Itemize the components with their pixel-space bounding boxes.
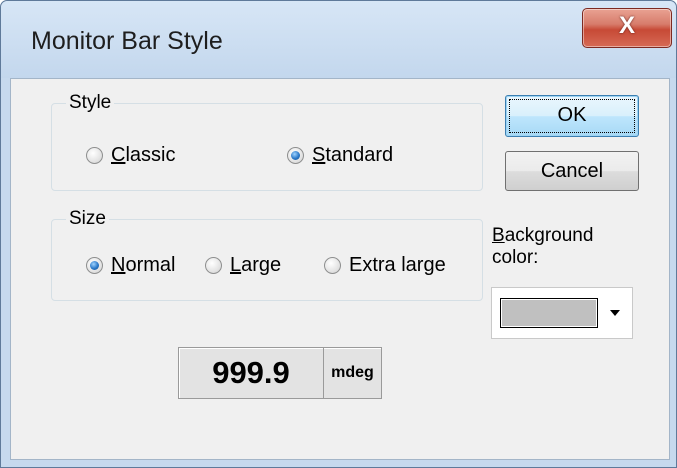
ok-button[interactable]: OK	[505, 95, 639, 137]
cancel-button[interactable]: Cancel	[505, 151, 639, 191]
chevron-down-icon[interactable]	[610, 310, 620, 316]
window-title: Monitor Bar Style	[31, 27, 223, 55]
radio-classic[interactable]: Classic	[86, 144, 175, 167]
close-button[interactable]: X	[582, 8, 672, 48]
close-icon: X	[618, 12, 635, 39]
radio-normal-label: Normal	[111, 254, 176, 276]
background-color-label: Background color:	[492, 225, 594, 268]
dialog-client-area: Style Classic Standard Size Normal Large	[10, 78, 670, 460]
size-group: Size Normal Large Extra large	[51, 208, 483, 301]
size-group-label: Size	[66, 208, 109, 230]
radio-extra-large-label: Extra large	[349, 254, 446, 276]
radio-large[interactable]: Large	[205, 254, 281, 277]
monitor-bar-preview: 999.9 mdeg	[178, 347, 382, 399]
preview-value: 999.9	[179, 348, 324, 398]
radio-extra-large[interactable]: Extra large	[324, 254, 446, 277]
radio-normal[interactable]: Normal	[86, 254, 175, 277]
dialog-window: Monitor Bar Style X Style Classic Standa…	[0, 0, 677, 468]
title-bar[interactable]: Monitor Bar Style X	[1, 1, 676, 78]
style-group-label: Style	[66, 92, 115, 114]
radio-extra-large-indicator	[324, 257, 341, 274]
preview-unit: mdeg	[331, 364, 374, 381]
radio-standard[interactable]: Standard	[287, 144, 393, 167]
radio-large-indicator	[205, 257, 222, 274]
background-color-dropdown[interactable]	[491, 287, 633, 339]
ok-focus-ring	[509, 99, 635, 133]
radio-large-label: Large	[230, 254, 282, 276]
radio-classic-indicator	[86, 147, 103, 164]
radio-standard-indicator	[287, 147, 304, 164]
radio-classic-label: Classic	[111, 144, 176, 166]
background-color-swatch	[500, 298, 598, 328]
cancel-button-label: Cancel	[540, 160, 604, 182]
radio-standard-label: Standard	[312, 144, 394, 166]
style-group: Style Classic Standard	[51, 92, 483, 191]
radio-normal-indicator	[86, 257, 103, 274]
